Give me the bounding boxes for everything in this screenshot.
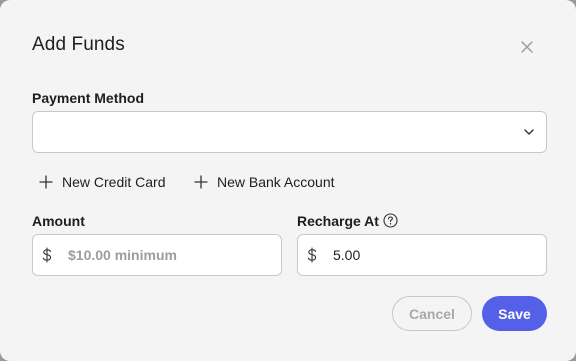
payment-method-label: Payment Method: [32, 90, 145, 106]
new-bank-account-button[interactable]: New Bank Account: [194, 172, 335, 192]
help-circle-icon[interactable]: [383, 213, 398, 228]
recharge-at-label: Recharge At: [297, 213, 379, 229]
new-bank-account-label: New Bank Account: [217, 174, 335, 190]
save-button[interactable]: Save: [482, 296, 547, 331]
add-funds-dialog: Add Funds Payment Method New Credit Card…: [0, 0, 576, 361]
dialog-title: Add Funds: [32, 34, 125, 55]
plus-icon: [39, 175, 53, 189]
payment-method-select[interactable]: [32, 111, 547, 153]
new-credit-card-button[interactable]: New Credit Card: [39, 172, 165, 192]
close-button[interactable]: [516, 36, 538, 58]
recharge-at-field[interactable]: [297, 234, 547, 276]
close-icon: [521, 41, 533, 53]
amount-label: Amount: [32, 213, 85, 229]
plus-icon: [194, 175, 208, 189]
dollar-icon: [42, 247, 52, 263]
dollar-icon: [307, 247, 317, 263]
amount-input[interactable]: [68, 247, 248, 263]
cancel-button[interactable]: Cancel: [392, 296, 472, 331]
chevron-down-icon: [524, 129, 534, 135]
recharge-at-input[interactable]: [333, 247, 513, 263]
amount-field[interactable]: [32, 234, 282, 276]
new-credit-card-label: New Credit Card: [62, 174, 166, 190]
